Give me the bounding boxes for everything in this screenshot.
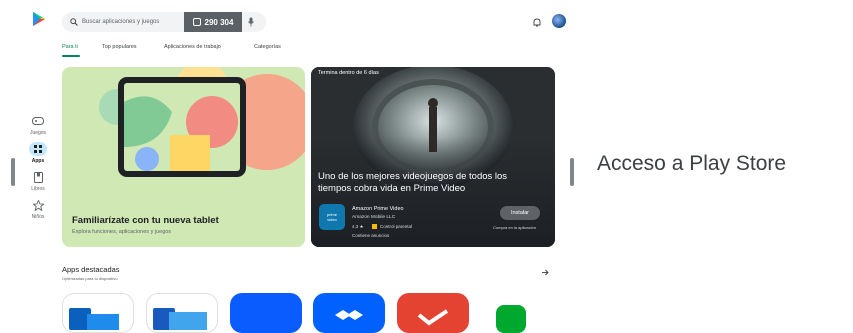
- microphone-icon[interactable]: [248, 17, 254, 27]
- counter-box-icon: [192, 18, 201, 26]
- rail-label: Juegos: [29, 130, 47, 136]
- rail-item-kids[interactable]: Niños: [25, 198, 51, 220]
- avatar[interactable]: [552, 14, 566, 28]
- app-name: Amazon Prime Video: [352, 206, 404, 212]
- arrow-right-icon[interactable]: [542, 269, 549, 276]
- notifications-icon[interactable]: [533, 18, 541, 27]
- evernote-app-icon[interactable]: [496, 305, 526, 333]
- right-collapse-handle[interactable]: [570, 158, 574, 186]
- search-input[interactable]: Buscar aplicaciones y juegos: [82, 19, 192, 25]
- featured-subtitle: Optimizadas para tu dispositivo: [62, 276, 118, 281]
- promo-card[interactable]: Familiarízate con tu nueva tablet Explor…: [62, 67, 305, 247]
- app-parental: Control parental: [380, 224, 413, 229]
- apps-grid-icon: [29, 142, 47, 156]
- app-developer: Amazon Mobile LLC: [352, 215, 396, 220]
- search-icon: [70, 18, 78, 26]
- rail-item-games[interactable]: Juegos: [25, 114, 51, 136]
- rail-item-books[interactable]: Libros: [25, 170, 51, 192]
- hero-tag: Termina dentro de 6 días: [318, 70, 379, 76]
- tab-indicator: [62, 55, 80, 57]
- install-hint: Compra en la aplicación: [493, 225, 536, 230]
- todoist-app-icon[interactable]: [397, 293, 469, 333]
- hero-title: Uno de los mejores videojuegos de todos …: [318, 171, 508, 194]
- featured-title: Apps destacadas: [62, 265, 120, 274]
- rail-item-apps[interactable]: Apps: [25, 142, 51, 164]
- dropbox-app-icon[interactable]: [313, 293, 385, 333]
- rail-label: Apps: [31, 158, 45, 164]
- tab-top-populares[interactable]: Top populares: [102, 44, 137, 50]
- promo-subtitle: Explora funciones, aplicaciones y juegos: [72, 229, 172, 235]
- word-app-icon[interactable]: [146, 293, 218, 333]
- left-collapse-handle[interactable]: [11, 158, 15, 186]
- hero-artwork: [311, 67, 555, 247]
- tab-aplicaciones-trabajo[interactable]: Aplicaciones de trabajo: [164, 44, 221, 50]
- play-store-logo[interactable]: [33, 12, 45, 26]
- side-caption: Acceso a Play Store: [597, 152, 787, 175]
- rail-label: Niños: [31, 214, 45, 220]
- install-button[interactable]: Instalar: [500, 206, 540, 220]
- hero-card[interactable]: Termina dentro de 6 días Uno de los mejo…: [311, 67, 555, 247]
- app-ads: Contiene anuncios: [352, 233, 390, 238]
- outlook-app-icon[interactable]: [62, 293, 134, 333]
- app-rating: 4,3 ★: [352, 224, 364, 229]
- tab-categorias[interactable]: Categorías: [254, 44, 281, 50]
- book-icon: [31, 170, 45, 184]
- prime-video-app-icon[interactable]: prime video: [319, 204, 345, 230]
- star-icon: [31, 198, 45, 212]
- rail-label: Libros: [31, 186, 45, 192]
- gamepad-icon: [31, 114, 45, 128]
- promo-title: Familiarízate con tu nueva tablet: [72, 215, 219, 226]
- counter-value: 290 304: [204, 17, 234, 27]
- tab-para-ti[interactable]: Para ti: [62, 44, 78, 50]
- download-counter: 290 304: [184, 12, 242, 32]
- parental-control-icon: [372, 224, 377, 229]
- zoom-app-icon[interactable]: [230, 293, 302, 333]
